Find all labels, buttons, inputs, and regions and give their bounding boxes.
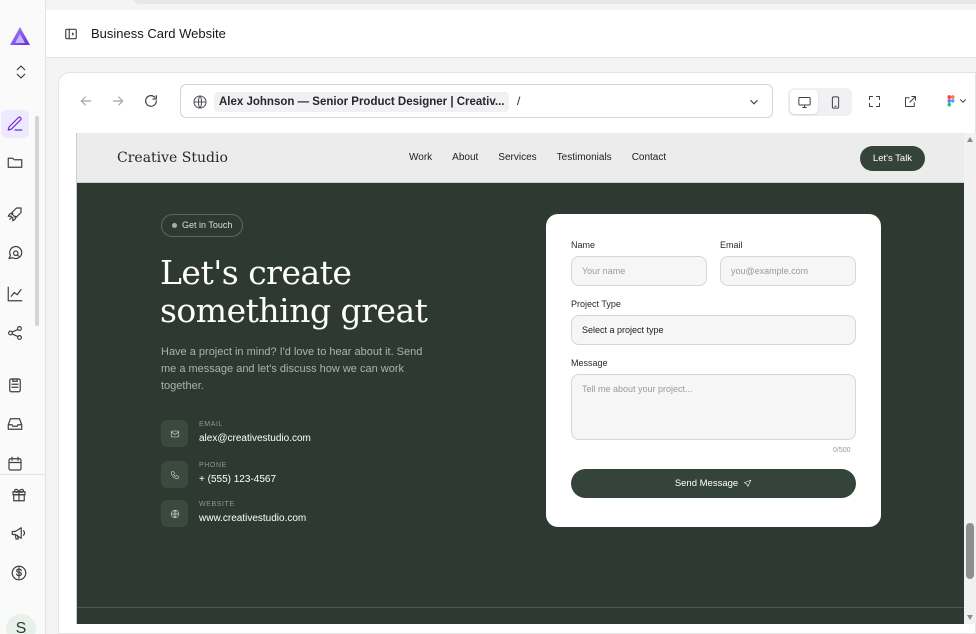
- message-textarea[interactable]: Tell me about your project...: [571, 374, 856, 440]
- url-path[interactable]: /: [517, 94, 520, 108]
- nav-link-testimonials[interactable]: Testimonials: [557, 152, 612, 163]
- external-link-icon: [904, 95, 916, 107]
- search-chat-icon[interactable]: [3, 242, 27, 266]
- logo-icon[interactable]: [7, 24, 33, 50]
- expand-collapse-icon[interactable]: [9, 60, 33, 84]
- send-icon: [744, 479, 752, 487]
- contact-email: EMAIL alex@creativestudio.com: [161, 420, 461, 448]
- headline-line-1: Let's create: [160, 253, 352, 292]
- site-navbar: Creative Studio Work About Services Test…: [77, 133, 964, 183]
- email-label: Email: [720, 240, 743, 250]
- back-button[interactable]: [77, 92, 95, 110]
- chart-icon[interactable]: [3, 282, 27, 306]
- sidebar-toggle-icon[interactable]: [64, 27, 78, 41]
- figma-menu-button[interactable]: [939, 92, 973, 110]
- fullscreen-icon: [868, 95, 880, 107]
- gift-icon[interactable]: [7, 482, 31, 506]
- contact-value[interactable]: + (555) 123-4567: [199, 474, 276, 485]
- contact-value[interactable]: alex@creativestudio.com: [199, 433, 311, 444]
- rocket-icon[interactable]: [3, 202, 27, 226]
- headline-line-2: something great: [160, 291, 428, 330]
- contact-phone: PHONE + (555) 123-4567: [161, 461, 461, 489]
- message-label: Message: [571, 358, 608, 368]
- scroll-down-icon[interactable]: [967, 615, 973, 620]
- inbox-icon[interactable]: [3, 412, 27, 436]
- get-in-touch-badge: Get in Touch: [161, 214, 244, 237]
- figma-icon: [947, 95, 955, 107]
- send-message-button[interactable]: Send Message: [571, 469, 856, 498]
- preview-scrollbar[interactable]: [964, 133, 976, 624]
- desktop-icon: [797, 96, 811, 108]
- reload-icon: [145, 95, 157, 107]
- contact-label: PHONE: [199, 462, 227, 469]
- dot-icon: [172, 223, 177, 228]
- open-external-button[interactable]: [901, 92, 919, 110]
- share-icon[interactable]: [3, 321, 27, 345]
- send-message-label: Send Message: [674, 478, 739, 489]
- reload-button[interactable]: [142, 92, 160, 110]
- badge-label: Get in Touch: [182, 220, 233, 230]
- app-sidebar: S: [0, 0, 46, 634]
- contact-headline: Let's create something great: [160, 253, 428, 330]
- project-type-select[interactable]: Select a project type: [571, 315, 856, 345]
- character-counter: 0/500: [833, 447, 851, 454]
- forward-button[interactable]: [109, 92, 127, 110]
- phone-icon: [161, 461, 188, 488]
- site-preview: Creative Studio Work About Services Test…: [76, 133, 964, 624]
- nav-link-work[interactable]: Work: [409, 152, 432, 163]
- sidebar-scrollbar[interactable]: [34, 106, 40, 462]
- url-bar[interactable]: Alex Johnson — Senior Product Designer |…: [180, 84, 773, 118]
- top-header: Business Card Website: [46, 10, 976, 58]
- contact-label: EMAIL: [199, 421, 224, 428]
- mobile-view-button[interactable]: [821, 90, 849, 114]
- footer-divider: [77, 607, 964, 608]
- chevron-down-icon: [960, 99, 966, 103]
- page-title-chip[interactable]: Alex Johnson — Senior Product Designer |…: [214, 92, 510, 112]
- site-nav-links: Work About Services Testimonials Contact: [409, 152, 686, 163]
- globe-icon: [161, 500, 188, 527]
- contact-intro: Have a project in mind? I'd love to hear…: [161, 346, 423, 392]
- globe-icon: [193, 95, 207, 109]
- edit-icon[interactable]: [1, 110, 29, 138]
- scrollbar-thumb[interactable]: [966, 523, 974, 579]
- folder-icon[interactable]: [3, 150, 27, 174]
- top-strip: [132, 0, 976, 4]
- fullscreen-button[interactable]: [865, 92, 883, 110]
- contact-form: Name Your name Email you@example.com Pro…: [546, 214, 881, 527]
- name-input[interactable]: Your name: [571, 256, 707, 286]
- device-toggle: [788, 88, 852, 116]
- mobile-icon: [831, 95, 839, 109]
- nav-link-about[interactable]: About: [452, 152, 478, 163]
- chevron-down-icon[interactable]: [747, 95, 761, 109]
- avatar[interactable]: S: [6, 614, 36, 634]
- nav-link-services[interactable]: Services: [498, 152, 536, 163]
- sidebar-divider: [0, 474, 46, 475]
- clipboard-icon[interactable]: [3, 373, 27, 397]
- lets-talk-button[interactable]: Let's Talk: [860, 146, 925, 171]
- contact-website: WEBSITE www.creativestudio.com: [161, 500, 461, 528]
- arrow-right-icon: [112, 96, 124, 106]
- mail-icon: [161, 420, 188, 447]
- project-title: Business Card Website: [91, 26, 226, 41]
- email-input[interactable]: you@example.com: [720, 256, 856, 286]
- name-label: Name: [571, 240, 596, 250]
- site-brand[interactable]: Creative Studio: [117, 150, 228, 166]
- megaphone-icon[interactable]: [7, 521, 31, 545]
- nav-link-contact[interactable]: Contact: [632, 152, 666, 163]
- scroll-up-icon[interactable]: [967, 137, 973, 142]
- project-type-label: Project Type: [571, 299, 621, 309]
- desktop-view-button[interactable]: [790, 90, 818, 114]
- arrow-left-icon: [80, 96, 92, 106]
- contact-label: WEBSITE: [199, 501, 235, 508]
- dollar-icon[interactable]: [7, 561, 31, 585]
- contact-value[interactable]: www.creativestudio.com: [199, 513, 306, 524]
- calendar-icon[interactable]: [3, 452, 27, 476]
